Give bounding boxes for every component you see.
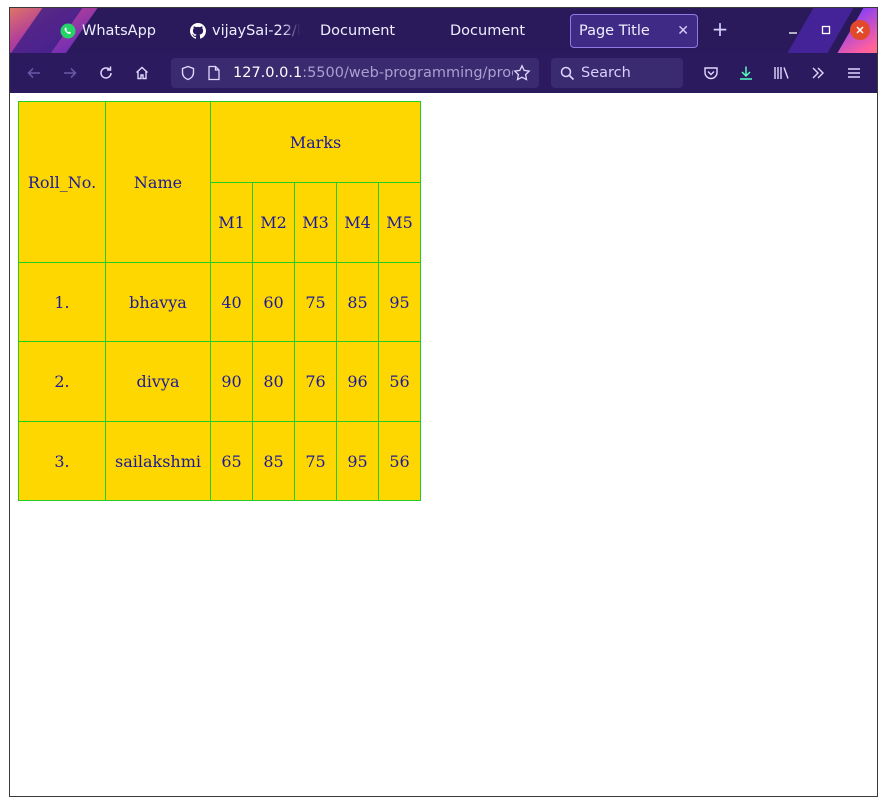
tab-label: WhatsApp: [82, 23, 156, 39]
cell-mark: 96: [336, 341, 379, 422]
table-row: 2. divya 90 80 76 96 56: [18, 341, 421, 422]
browser-window: WhatsApp vijaySai-22/b Document Document…: [9, 7, 878, 797]
header-m3: M3: [294, 182, 337, 263]
tab-label: Document: [450, 23, 526, 39]
cell-name: sailakshmi: [105, 421, 211, 501]
reload-icon[interactable]: [94, 61, 118, 85]
navigation-toolbar: 127.0.0.1:5500/web-programming/prog Sear…: [10, 53, 877, 93]
header-roll-no: Roll_No.: [18, 101, 106, 263]
cell-mark: 85: [336, 262, 379, 342]
url-host: 127.0.0.1: [233, 65, 303, 81]
tab-label: Document: [320, 23, 396, 39]
cell-mark: 80: [252, 341, 295, 422]
minimize-icon[interactable]: [783, 20, 803, 40]
maximize-icon[interactable]: [816, 20, 836, 40]
cell-roll: 1.: [18, 262, 106, 342]
cell-mark: 56: [378, 341, 421, 422]
whatsapp-icon: [60, 23, 76, 39]
close-window-icon[interactable]: [850, 20, 870, 40]
home-icon[interactable]: [130, 61, 154, 85]
tab-whatsapp[interactable]: WhatsApp: [60, 14, 170, 48]
cell-mark: 95: [336, 421, 379, 501]
cell-name: divya: [105, 341, 211, 422]
tab-document-2[interactable]: Document: [450, 14, 560, 48]
table-row: 1. bhavya 40 60 75 85 95: [18, 262, 421, 342]
search-input[interactable]: Search: [551, 58, 683, 88]
cell-name: bhavya: [105, 262, 211, 342]
header-name: Name: [105, 101, 211, 263]
cell-mark: 90: [210, 341, 253, 422]
library-icon[interactable]: [770, 61, 794, 85]
tab-label: Page Title: [579, 23, 650, 39]
cell-mark: 60: [252, 262, 295, 342]
pocket-icon[interactable]: [699, 61, 723, 85]
tab-github[interactable]: vijaySai-22/b: [190, 14, 300, 48]
cell-roll: 2.: [18, 341, 106, 422]
hamburger-menu-icon[interactable]: [842, 61, 866, 85]
tab-document-1[interactable]: Document: [320, 14, 430, 48]
shield-icon[interactable]: [179, 64, 197, 82]
header-m2: M2: [252, 182, 295, 263]
new-tab-icon[interactable]: +: [710, 19, 730, 40]
back-icon[interactable]: [22, 61, 46, 85]
search-icon: [560, 66, 575, 81]
page-icon: [205, 64, 223, 82]
tab-bar: WhatsApp vijaySai-22/b Document Document…: [10, 8, 877, 53]
tab-close-icon[interactable]: ✕: [677, 23, 689, 39]
url-path: :5500/web-programming/prog: [302, 65, 513, 81]
cell-mark: 76: [294, 341, 337, 422]
cell-mark: 75: [294, 262, 337, 342]
table-row: 3. sailakshmi 65 85 75 95 56: [18, 421, 421, 501]
header-m1: M1: [210, 182, 253, 263]
cell-mark: 85: [252, 421, 295, 501]
header-m4: M4: [336, 182, 379, 263]
forward-icon[interactable]: [58, 61, 82, 85]
header-m5: M5: [378, 182, 421, 263]
cell-mark: 75: [294, 421, 337, 501]
address-bar[interactable]: 127.0.0.1:5500/web-programming/prog: [171, 58, 539, 88]
cell-mark: 65: [210, 421, 253, 501]
cell-mark: 95: [378, 262, 421, 342]
more-tools-chevron-icon[interactable]: [806, 61, 830, 85]
url-text[interactable]: 127.0.0.1:5500/web-programming/prog: [233, 65, 513, 81]
tab-label: vijaySai-22/b: [212, 23, 300, 39]
tab-page-title[interactable]: Page Title ✕: [570, 14, 698, 48]
cell-roll: 3.: [18, 421, 106, 501]
github-icon: [190, 23, 206, 39]
search-placeholder: Search: [581, 65, 631, 81]
download-icon[interactable]: [734, 61, 758, 85]
cell-mark: 40: [210, 262, 253, 342]
marks-table: Roll_No. Name Marks M1 M2 M3 M4 M5 1. bh…: [18, 101, 421, 501]
bookmark-star-icon[interactable]: [513, 64, 531, 86]
header-marks: Marks: [210, 101, 421, 183]
cell-mark: 56: [378, 421, 421, 501]
page-content: Roll_No. Name Marks M1 M2 M3 M4 M5 1. bh…: [10, 93, 877, 796]
